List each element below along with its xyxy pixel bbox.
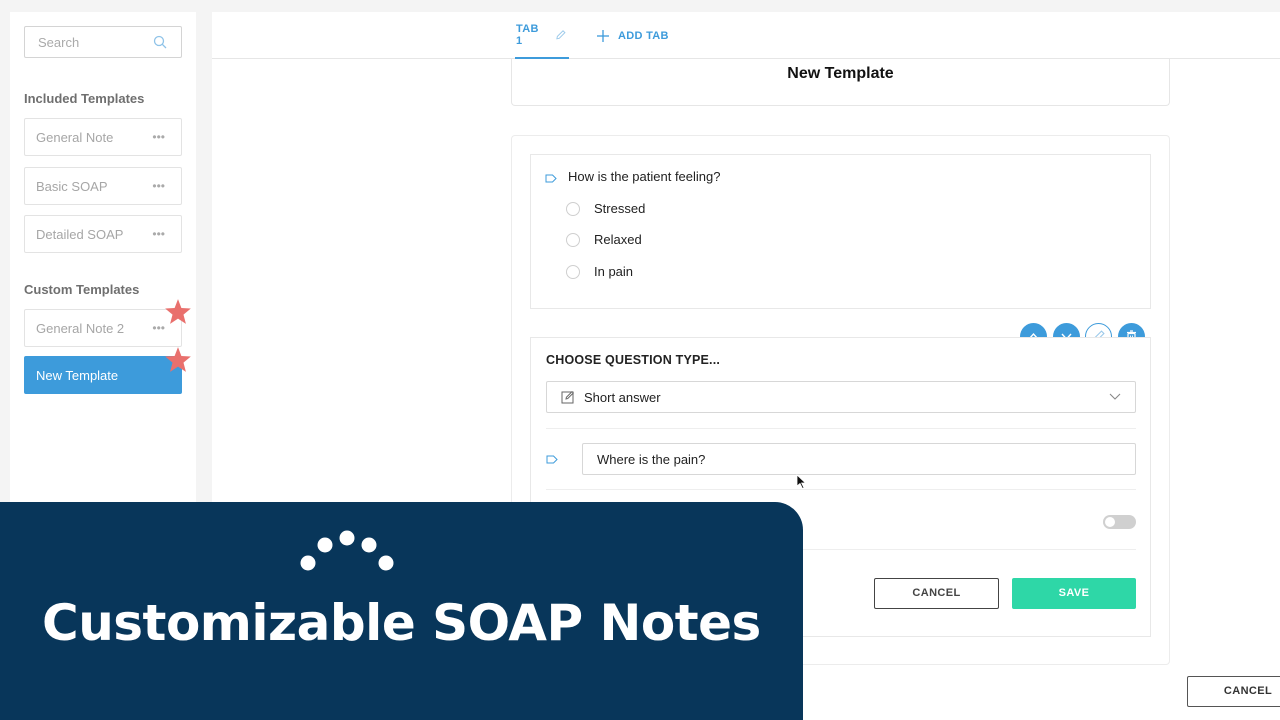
tag-icon: [546, 455, 558, 464]
edit-box-icon: [561, 390, 575, 404]
included-templates-heading: Included Templates: [24, 91, 145, 106]
cursor-icon: [796, 474, 807, 490]
template-item-new-template[interactable]: New Template: [24, 356, 182, 394]
option-label: Relaxed: [594, 232, 642, 247]
custom-templates-heading: Custom Templates: [24, 282, 140, 297]
add-tab-label: ADD TAB: [618, 29, 669, 42]
pencil-icon[interactable]: [555, 29, 566, 41]
search-input[interactable]: Search: [24, 26, 182, 58]
choose-question-type-label: CHOOSE QUESTION TYPE...: [546, 353, 721, 367]
question-text-input[interactable]: Where is the pain?: [582, 443, 1136, 475]
star-icon: [165, 347, 191, 372]
title-banner: Customizable SOAP Notes: [0, 502, 803, 720]
star-icon: [165, 299, 191, 324]
template-label: General Note: [36, 130, 114, 145]
question-card[interactable]: How is the patient feeling? Stressed Rel…: [530, 154, 1151, 309]
cancel-button[interactable]: CANCEL: [874, 578, 999, 609]
add-tab-button[interactable]: ADD TAB: [596, 12, 669, 59]
chevron-down-icon: [1109, 393, 1121, 400]
template-label: Detailed SOAP: [36, 227, 124, 242]
template-label: New Template: [36, 368, 119, 383]
cancel-template-button[interactable]: CANCEL: [1187, 676, 1280, 707]
radio-button[interactable]: [566, 233, 580, 247]
divider: [546, 489, 1136, 490]
plus-icon: [597, 29, 609, 42]
tab-bar: TAB 1 ADD TAB: [212, 12, 1280, 59]
divider: [546, 428, 1136, 429]
required-toggle[interactable]: [1103, 515, 1136, 529]
logo-icon: [300, 530, 394, 571]
search-icon: [153, 35, 167, 49]
template-item-general-note[interactable]: General Note •••: [24, 118, 182, 156]
more-icon[interactable]: •••: [152, 179, 165, 193]
question-text: How is the patient feeling?: [568, 169, 721, 184]
template-label: Basic SOAP: [36, 179, 108, 194]
tag-icon: [545, 174, 557, 183]
question-type-value: Short answer: [584, 390, 661, 405]
radio-button[interactable]: [566, 202, 580, 216]
radio-button[interactable]: [566, 265, 580, 279]
tab-label: TAB 1: [516, 22, 539, 47]
question-type-select[interactable]: Short answer: [546, 381, 1136, 413]
template-label: General Note 2: [36, 321, 125, 336]
search-placeholder: Search: [38, 35, 80, 50]
save-button[interactable]: SAVE: [1012, 578, 1136, 609]
template-title-card: New Template: [511, 59, 1170, 106]
template-item-general-note-2[interactable]: General Note 2 •••: [24, 309, 182, 347]
template-item-basic-soap[interactable]: Basic SOAP •••: [24, 167, 182, 205]
template-item-detailed-soap[interactable]: Detailed SOAP •••: [24, 215, 182, 253]
option-label: In pain: [594, 264, 634, 279]
more-icon[interactable]: •••: [152, 227, 165, 241]
banner-title: Customizable SOAP Notes: [42, 594, 761, 652]
toggle-knob: [1105, 517, 1115, 527]
tab-1[interactable]: TAB 1: [515, 12, 569, 59]
option-label: Stressed: [594, 201, 646, 216]
sidebar: Search Included Templates General Note •…: [10, 12, 196, 512]
template-title: New Template: [787, 65, 894, 82]
more-icon[interactable]: •••: [152, 130, 165, 144]
